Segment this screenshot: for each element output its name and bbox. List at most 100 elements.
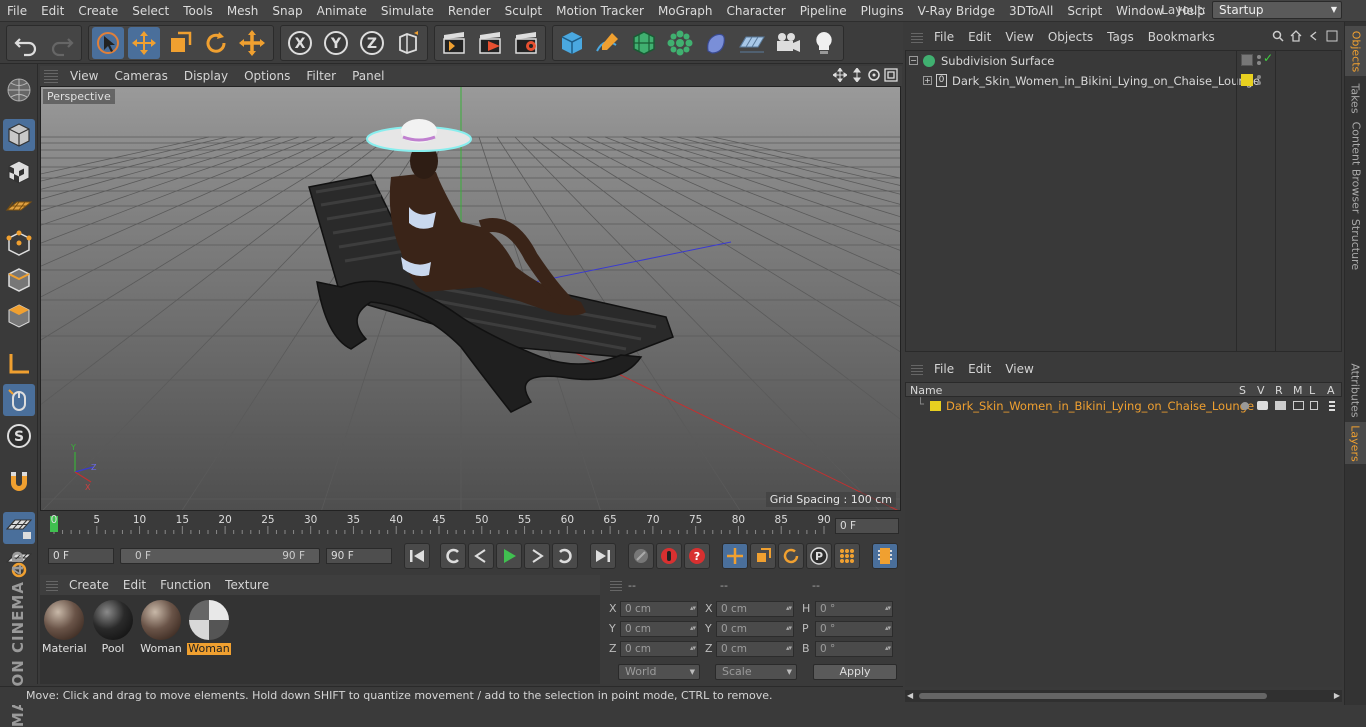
solo-button[interactable]: S	[3, 420, 35, 452]
menu-motion-tracker[interactable]: Motion Tracker	[549, 0, 651, 22]
menu-sculpt[interactable]: Sculpt	[498, 0, 549, 22]
pan-icon[interactable]	[833, 68, 847, 82]
cloner-button[interactable]	[664, 27, 696, 59]
key-parameter-button[interactable]: P	[806, 543, 832, 569]
search-icon[interactable]	[1272, 30, 1284, 42]
viewport-menu-view[interactable]: View	[62, 69, 106, 83]
size-x-field[interactable]: 0 cm	[716, 601, 794, 617]
y-axis-lock-button[interactable]: Y	[320, 27, 352, 59]
column-solo[interactable]: S	[1239, 384, 1246, 397]
viewport-menu-display[interactable]: Display	[176, 69, 236, 83]
layer-menu-edit[interactable]: Edit	[961, 362, 998, 376]
column-animation[interactable]: A	[1327, 384, 1335, 397]
column-render[interactable]: R	[1275, 384, 1283, 397]
menu-edit[interactable]: Edit	[34, 0, 71, 22]
go-to-start-button[interactable]	[404, 543, 430, 569]
solo-dot-icon[interactable]	[1241, 402, 1249, 410]
menu-3dtoall[interactable]: 3DToAll	[1002, 0, 1060, 22]
x-axis-lock-button[interactable]: X	[284, 27, 316, 59]
tweak-mode-button[interactable]	[3, 384, 35, 416]
layer-menu-file[interactable]: File	[927, 362, 961, 376]
viewport-menu-cameras[interactable]: Cameras	[106, 69, 175, 83]
eye-icon[interactable]	[1257, 401, 1268, 410]
polygons-mode-button[interactable]	[3, 300, 35, 332]
menu-tools[interactable]: Tools	[176, 0, 220, 22]
viewport-label[interactable]: Perspective	[43, 89, 115, 104]
key-rotation-button[interactable]	[778, 543, 804, 569]
tab-layers[interactable]: Layers	[1345, 422, 1366, 464]
zoom-icon[interactable]	[850, 68, 864, 82]
column-name[interactable]: Name	[910, 384, 942, 397]
pos-x-field[interactable]: 0 cm	[620, 601, 698, 617]
apply-button[interactable]: Apply	[813, 664, 897, 680]
tree-row-subdivision-surface[interactable]: − Subdivision Surface	[906, 51, 1236, 71]
tab-objects[interactable]: Objects	[1345, 26, 1366, 76]
next-key-button[interactable]	[552, 543, 578, 569]
go-to-end-button[interactable]	[590, 543, 616, 569]
scroll-thumb[interactable]	[919, 693, 1267, 699]
size-y-field[interactable]: 0 cm	[716, 621, 794, 637]
workplane-mode-button[interactable]	[3, 192, 35, 224]
menu-select[interactable]: Select	[125, 0, 176, 22]
make-editable-button[interactable]	[3, 74, 35, 106]
recent-tools-button[interactable]	[236, 27, 268, 59]
menu-plugins[interactable]: Plugins	[854, 0, 911, 22]
previous-frame-button[interactable]	[468, 543, 494, 569]
timeline-window-button[interactable]	[872, 543, 898, 569]
menu-animate[interactable]: Animate	[310, 0, 374, 22]
back-icon[interactable]	[1308, 30, 1320, 42]
column-locked[interactable]: L	[1309, 384, 1315, 397]
coordinate-mode-select[interactable]: World	[618, 664, 700, 680]
points-mode-button[interactable]	[3, 228, 35, 260]
deformer-button[interactable]	[700, 27, 732, 59]
tree-row-model[interactable]: + 0 Dark_Skin_Women_in_Bikini_Lying_on_C…	[906, 71, 1260, 91]
object-menu-view[interactable]: View	[998, 30, 1040, 44]
layer-menu-view[interactable]: View	[998, 362, 1040, 376]
subdivision-surface-button[interactable]	[628, 27, 660, 59]
frame-range-slider[interactable]: 0 F 90 F	[120, 548, 320, 564]
manager-icon[interactable]	[1293, 401, 1304, 410]
pos-z-field[interactable]: 0 cm	[620, 641, 698, 657]
visibility-dot[interactable]	[1257, 61, 1261, 65]
record-active-objects-button[interactable]	[628, 543, 654, 569]
material-item[interactable]: Pool	[91, 598, 135, 656]
menu-mesh[interactable]: Mesh	[220, 0, 266, 22]
column-visible[interactable]: V	[1257, 384, 1265, 397]
move-tool-button[interactable]	[128, 27, 160, 59]
viewport-menu-filter[interactable]: Filter	[298, 69, 344, 83]
workplane-lock-button[interactable]	[3, 512, 35, 544]
tab-attributes[interactable]: Attributes	[1345, 360, 1366, 420]
light-button[interactable]	[808, 27, 840, 59]
object-menu-tags[interactable]: Tags	[1100, 30, 1141, 44]
object-menu-file[interactable]: File	[927, 30, 961, 44]
redo-button[interactable]	[46, 27, 78, 59]
maximize-view-icon[interactable]	[884, 68, 898, 82]
animation-icon[interactable]	[1329, 400, 1335, 411]
render-settings-button[interactable]	[510, 27, 542, 59]
edges-mode-button[interactable]	[3, 264, 35, 296]
material-menu-create[interactable]: Create	[62, 578, 116, 592]
menu-script[interactable]: Script	[1060, 0, 1109, 22]
lock-icon[interactable]	[1310, 401, 1318, 410]
material-item-selected[interactable]: Woman	[187, 598, 231, 656]
menu-vray-bridge[interactable]: V-Ray Bridge	[911, 0, 1002, 22]
collapse-icon[interactable]: −	[909, 56, 918, 65]
menu-pipeline[interactable]: Pipeline	[793, 0, 854, 22]
axis-mode-button[interactable]	[3, 348, 35, 380]
menu-create[interactable]: Create	[71, 0, 125, 22]
layer-color-swatch[interactable]	[930, 401, 941, 411]
visibility-dot[interactable]	[1257, 55, 1261, 59]
z-axis-lock-button[interactable]: Z	[356, 27, 388, 59]
material-menu-edit[interactable]: Edit	[116, 578, 153, 592]
end-frame-field[interactable]: 90 F	[326, 548, 392, 564]
column-manager[interactable]: M	[1293, 384, 1303, 397]
object-menu-edit[interactable]: Edit	[961, 30, 998, 44]
rotate-tool-button[interactable]	[200, 27, 232, 59]
viewport-menu-panel[interactable]: Panel	[344, 69, 392, 83]
menu-snap[interactable]: Snap	[265, 0, 309, 22]
render-view-button[interactable]	[438, 27, 470, 59]
rot-p-field[interactable]: 0 °	[815, 621, 893, 637]
material-item[interactable]: Material	[42, 598, 87, 656]
floor-button[interactable]	[736, 27, 768, 59]
render-picture-viewer-button[interactable]	[474, 27, 506, 59]
